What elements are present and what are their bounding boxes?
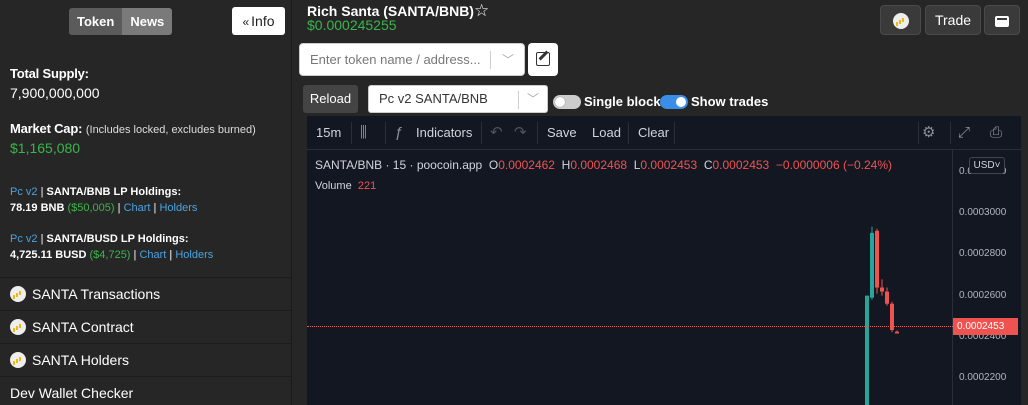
currency-button[interactable]: USD˅ [969, 157, 1005, 174]
pair-select-value: Pc v2 SANTA/BNB [379, 91, 488, 106]
y-tick: 0.0002200 [959, 372, 1007, 383]
news-tab[interactable]: News [122, 8, 173, 35]
menu-label: SANTA Transactions [32, 285, 161, 302]
lp-bnb-title: SANTA/BNB LP Holdings: [46, 186, 182, 198]
menu-label: Dev Wallet Checker [10, 384, 134, 401]
double-chevron-left-icon: « [242, 15, 250, 29]
info-button[interactable]: «Info [232, 7, 285, 35]
single-blocks-toggle[interactable] [553, 95, 581, 109]
menu-dev-wallet-checker[interactable]: Dev Wallet Checker [0, 376, 292, 405]
lp-bnb-holders-link[interactable]: Holders [159, 202, 197, 214]
total-supply-label: Total Supply: [10, 66, 89, 81]
token-price: $0.000245255 [307, 17, 397, 33]
edit-button[interactable] [528, 43, 558, 76]
reload-button[interactable]: Reload [303, 85, 358, 113]
last-price-label: 0.0002453 [953, 318, 1018, 335]
menu-santa-holders[interactable]: SANTA Holders [0, 343, 292, 376]
lp-bnb-usd: ($50,005) [67, 202, 115, 214]
lp-busd-amount: 4,725.11 BUSD [10, 249, 87, 261]
poocoin-menu-button[interactable] [880, 5, 921, 35]
show-trades-label: Show trades [691, 94, 769, 109]
poocoin-icon [10, 286, 26, 302]
chevron-down-icon[interactable]: ﹀ [502, 51, 514, 68]
lp-busd-holdings: Pc v2 | SANTA/BUSD LP Holdings: 4,725.11… [10, 233, 214, 261]
trade-button[interactable]: Trade [925, 5, 981, 35]
lp-bnb-source-link[interactable]: Pc v2 [10, 186, 38, 198]
wallet-icon [995, 15, 1009, 27]
market-cap-note: (Includes locked, excludes burned) [85, 124, 256, 136]
candle-body [875, 230, 879, 288]
lp-busd-title: SANTA/BUSD LP Holdings: [46, 233, 189, 245]
market-cap-label: Market Cap: [10, 121, 83, 136]
candlestick-series [865, 226, 899, 405]
edit-icon [536, 52, 550, 66]
single-blocks-label: Single blocks [584, 94, 668, 109]
camera-icon[interactable]: ⎙ [990, 116, 1002, 150]
fullscreen-icon[interactable]: ⤢ [958, 116, 970, 150]
lp-busd-chart-link[interactable]: Chart [139, 249, 166, 261]
lp-busd-source-link[interactable]: Pc v2 [10, 233, 38, 245]
sidebar: Token News «Info Total Supply: 7,900,000… [0, 0, 292, 405]
total-supply-value: 7,900,000,000 [10, 85, 100, 101]
y-tick: 0.0002800 [959, 248, 1007, 259]
lp-busd-holders-link[interactable]: Holders [175, 249, 213, 261]
star-icon[interactable]: ☆ [474, 1, 489, 21]
toggle-knob [676, 97, 686, 107]
candle-body [895, 331, 899, 334]
market-cap-value: $1,165,080 [10, 140, 81, 156]
divider [490, 51, 491, 69]
candle-body [885, 291, 889, 304]
total-supply: Total Supply: 7,900,000,000 [10, 66, 100, 101]
poocoin-icon [892, 13, 909, 30]
candle-body [870, 232, 874, 298]
pair-select[interactable]: Pc v2 SANTA/BNB ﹀ [368, 85, 548, 113]
lp-busd-usd: ($4,725) [89, 249, 131, 261]
token-tab[interactable]: Token [69, 8, 123, 35]
currency-label: USD [973, 160, 995, 171]
chevron-down-icon: ﹀ [526, 92, 539, 106]
info-button-label: Info [251, 13, 275, 29]
search-input[interactable] [300, 44, 486, 75]
poocoin-icon [10, 319, 26, 335]
candle-body [880, 287, 884, 292]
lp-bnb-chart-link[interactable]: Chart [124, 202, 151, 214]
menu-label: SANTA Contract [32, 318, 134, 335]
chevron-down-icon: ˅ [994, 160, 1001, 171]
price-chart[interactable]: 15m ⫼ ƒ Indicators ↶ ↷ Save Load Clear ⚙… [307, 116, 1021, 405]
lp-bnb-amount: 78.19 BNB [10, 202, 65, 214]
candle-body [865, 295, 869, 405]
token-news-toggle: Token News [69, 8, 173, 35]
toggle-knob [555, 97, 565, 107]
wallet-button[interactable] [984, 5, 1020, 35]
token-search: ﹀ [299, 43, 525, 76]
menu-label: SANTA Holders [32, 351, 129, 368]
last-price-line [307, 326, 953, 327]
menu-santa-transactions[interactable]: SANTA Transactions [0, 277, 292, 310]
market-cap: Market Cap: (Includes locked, excludes b… [10, 121, 256, 156]
y-tick: 0.0002600 [959, 290, 1007, 301]
poocoin-icon [10, 352, 26, 368]
show-trades-toggle[interactable] [660, 95, 688, 109]
divider [518, 91, 519, 109]
menu-santa-contract[interactable]: SANTA Contract [0, 310, 292, 343]
y-tick: 0.0003000 [959, 207, 1007, 218]
lp-bnb-holdings: Pc v2 | SANTA/BNB LP Holdings: 78.19 BNB… [10, 186, 198, 214]
